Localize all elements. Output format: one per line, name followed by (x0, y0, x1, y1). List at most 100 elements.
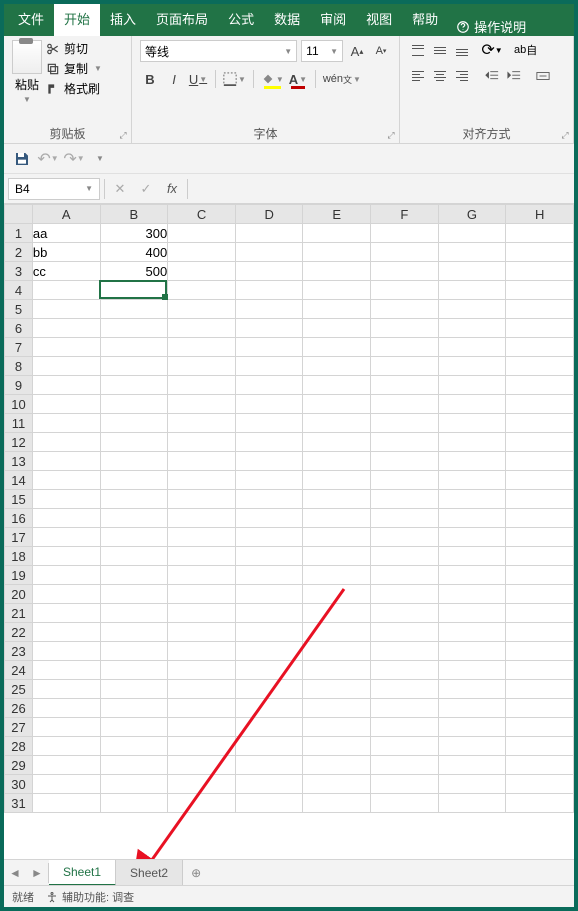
cell-H18[interactable] (506, 547, 574, 566)
cell-H9[interactable] (506, 376, 574, 395)
cell-H26[interactable] (506, 699, 574, 718)
cell-H6[interactable] (506, 319, 574, 338)
cell-C15[interactable] (168, 490, 236, 509)
cell-F8[interactable] (371, 357, 439, 376)
cell-D28[interactable] (235, 737, 303, 756)
cell-C28[interactable] (168, 737, 236, 756)
cell-F6[interactable] (371, 319, 439, 338)
copy-button[interactable]: 复制▼ (46, 60, 102, 77)
cell-H29[interactable] (506, 756, 574, 775)
cell-C7[interactable] (168, 338, 236, 357)
cell-E3[interactable] (303, 262, 371, 281)
cell-C29[interactable] (168, 756, 236, 775)
cell-C22[interactable] (168, 623, 236, 642)
border-button[interactable]: ▼ (223, 68, 246, 90)
cell-H17[interactable] (506, 528, 574, 547)
cell-A17[interactable] (32, 528, 100, 547)
cell-D25[interactable] (235, 680, 303, 699)
cell-A12[interactable] (32, 433, 100, 452)
cell-B26[interactable] (100, 699, 168, 718)
cell-G2[interactable] (438, 243, 506, 262)
paste-button[interactable]: 粘贴 ▼ (12, 40, 42, 104)
cell-G10[interactable] (438, 395, 506, 414)
cell-D18[interactable] (235, 547, 303, 566)
cell-A19[interactable] (32, 566, 100, 585)
undo-button[interactable]: ↶▼ (38, 149, 58, 169)
row-header-29[interactable]: 29 (5, 756, 33, 775)
cell-G31[interactable] (438, 794, 506, 813)
cell-G29[interactable] (438, 756, 506, 775)
row-header-14[interactable]: 14 (5, 471, 33, 490)
enter-formula-button[interactable]: ✓ (135, 178, 157, 200)
sheet-tab-1[interactable]: Sheet1 (49, 860, 116, 886)
cell-G6[interactable] (438, 319, 506, 338)
cell-B29[interactable] (100, 756, 168, 775)
add-sheet-button[interactable]: ⊕ (183, 860, 209, 886)
cell-F23[interactable] (371, 642, 439, 661)
cell-E2[interactable] (303, 243, 371, 262)
cell-H13[interactable] (506, 452, 574, 471)
cell-A8[interactable] (32, 357, 100, 376)
tab-file[interactable]: 文件 (8, 4, 54, 36)
cell-A18[interactable] (32, 547, 100, 566)
cell-C25[interactable] (168, 680, 236, 699)
cell-B5[interactable] (100, 300, 168, 319)
cell-B28[interactable] (100, 737, 168, 756)
row-header-12[interactable]: 12 (5, 433, 33, 452)
cell-C2[interactable] (168, 243, 236, 262)
cell-D1[interactable] (235, 224, 303, 243)
cell-G13[interactable] (438, 452, 506, 471)
save-button[interactable] (12, 149, 32, 169)
align-middle-button[interactable] (430, 40, 450, 60)
cell-D14[interactable] (235, 471, 303, 490)
cell-G30[interactable] (438, 775, 506, 794)
cell-D26[interactable] (235, 699, 303, 718)
cell-E6[interactable] (303, 319, 371, 338)
align-top-button[interactable] (408, 40, 428, 60)
cell-H8[interactable] (506, 357, 574, 376)
cell-H15[interactable] (506, 490, 574, 509)
accessibility-status[interactable]: 辅助功能: 调查 (46, 889, 134, 905)
cell-H7[interactable] (506, 338, 574, 357)
cell-B24[interactable] (100, 661, 168, 680)
cell-G15[interactable] (438, 490, 506, 509)
cancel-formula-button[interactable]: ✕ (109, 178, 131, 200)
row-header-23[interactable]: 23 (5, 642, 33, 661)
col-header-B[interactable]: B (100, 205, 168, 224)
cell-E5[interactable] (303, 300, 371, 319)
row-header-22[interactable]: 22 (5, 623, 33, 642)
italic-button[interactable]: I (164, 68, 184, 90)
cell-E29[interactable] (303, 756, 371, 775)
cell-E11[interactable] (303, 414, 371, 433)
cell-C26[interactable] (168, 699, 236, 718)
row-header-28[interactable]: 28 (5, 737, 33, 756)
cell-H11[interactable] (506, 414, 574, 433)
cell-B23[interactable] (100, 642, 168, 661)
row-header-26[interactable]: 26 (5, 699, 33, 718)
font-size-select[interactable]: 11▼ (301, 40, 343, 62)
cell-A21[interactable] (32, 604, 100, 623)
cell-B25[interactable] (100, 680, 168, 699)
cell-C5[interactable] (168, 300, 236, 319)
cell-F26[interactable] (371, 699, 439, 718)
cell-B7[interactable] (100, 338, 168, 357)
cell-G26[interactable] (438, 699, 506, 718)
merge-button[interactable] (536, 66, 550, 86)
cell-D9[interactable] (235, 376, 303, 395)
cell-G25[interactable] (438, 680, 506, 699)
col-header-F[interactable]: F (371, 205, 439, 224)
cell-A22[interactable] (32, 623, 100, 642)
cell-G20[interactable] (438, 585, 506, 604)
row-header-31[interactable]: 31 (5, 794, 33, 813)
cell-F10[interactable] (371, 395, 439, 414)
select-all-cell[interactable] (5, 205, 33, 224)
cell-B14[interactable] (100, 471, 168, 490)
cell-A28[interactable] (32, 737, 100, 756)
cell-G12[interactable] (438, 433, 506, 452)
cell-C20[interactable] (168, 585, 236, 604)
col-header-G[interactable]: G (438, 205, 506, 224)
cell-F12[interactable] (371, 433, 439, 452)
cell-A13[interactable] (32, 452, 100, 471)
cell-G18[interactable] (438, 547, 506, 566)
cell-A11[interactable] (32, 414, 100, 433)
